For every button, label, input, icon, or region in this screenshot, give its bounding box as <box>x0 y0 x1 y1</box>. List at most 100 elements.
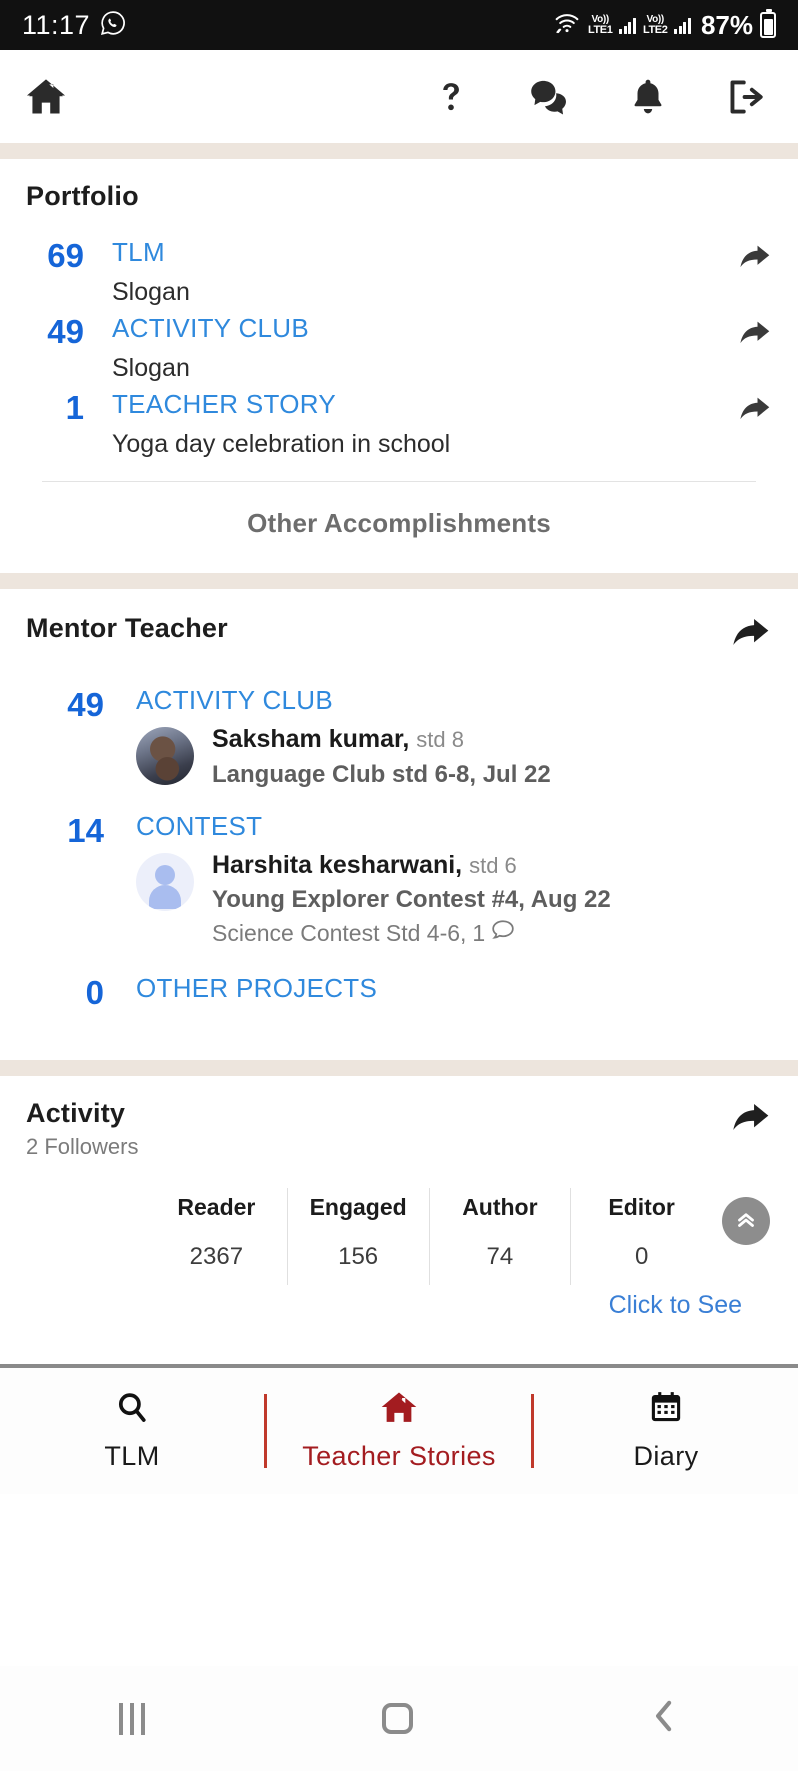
question-mark-icon[interactable] <box>434 77 468 117</box>
share-arrow-icon[interactable] <box>738 314 772 353</box>
home-icon <box>380 1390 418 1429</box>
status-bar-left: 11:17 <box>22 10 126 41</box>
portfolio-item-tlm[interactable]: 69 TLM Slogan <box>26 237 772 307</box>
portfolio-item-label[interactable]: ACTIVITY CLUB <box>112 313 738 344</box>
portfolio-item-desc: Slogan <box>112 277 190 306</box>
sim2-volte-indicator: Vo)) LTE2 <box>642 13 668 36</box>
wifi-icon <box>553 11 581 40</box>
portfolio-item-count: 69 <box>47 237 84 274</box>
scroll-to-top-button[interactable] <box>722 1197 770 1245</box>
stat-header: Engaged <box>309 1194 407 1221</box>
section-separator-band <box>0 1060 798 1077</box>
search-icon <box>115 1390 149 1429</box>
share-arrow-icon[interactable] <box>738 238 772 277</box>
portfolio-title: Portfolio <box>26 181 139 211</box>
double-chevron-up-icon <box>733 1206 759 1237</box>
stat-header: Author <box>462 1194 538 1221</box>
stat-header: Reader <box>177 1194 256 1221</box>
other-accomplishments-link[interactable]: Other Accomplishments <box>26 482 772 563</box>
portfolio-item-count: 1 <box>65 388 84 426</box>
stat-header: Editor <box>608 1194 675 1221</box>
nav-item-tlm[interactable]: TLM <box>0 1390 264 1472</box>
mentor-item-count: 49 <box>67 685 104 723</box>
portfolio-list: 69 TLM Slogan 49 ACTIVITY CLUB Slogan 1 … <box>26 237 772 459</box>
mentor-item-other-projects[interactable]: 0 OTHER PROJECTS <box>26 974 772 1012</box>
bell-icon[interactable] <box>630 76 666 118</box>
sim1-signal-icon <box>619 17 636 34</box>
home-icon[interactable] <box>24 75 68 119</box>
logout-icon[interactable] <box>726 77 768 117</box>
followers-count: 2 Followers <box>26 1134 139 1160</box>
android-system-nav <box>0 1666 798 1771</box>
nav-item-label: TLM <box>104 1441 160 1471</box>
student-meta-secondary: Science Contest Std 4-6, 1 <box>212 919 772 948</box>
mentor-item-count: 14 <box>67 811 104 849</box>
stat-value: 2367 <box>189 1243 244 1271</box>
nav-item-teacher-stories[interactable]: Teacher Stories <box>267 1390 531 1472</box>
mentor-item-contest[interactable]: 14 CONTEST Harshita kesharwani, std 6 Yo… <box>26 811 772 949</box>
stat-reader[interactable]: Reader 2367 <box>146 1188 287 1285</box>
share-arrow-icon[interactable] <box>738 390 772 429</box>
comment-bubble-icon[interactable] <box>491 919 515 948</box>
status-bar-clock: 11:17 <box>22 9 91 40</box>
activity-title: Activity <box>26 1098 126 1129</box>
portfolio-item-label[interactable]: TLM <box>112 237 738 268</box>
section-separator-band <box>0 143 798 159</box>
mentor-item-activity-club[interactable]: 49 ACTIVITY CLUB Saksham kumar, std 8 La… <box>26 686 772 790</box>
stat-value: 156 <box>338 1243 379 1271</box>
portfolio-item-count: 49 <box>47 312 84 350</box>
calendar-icon <box>649 1390 683 1429</box>
sim1-volte-indicator: Vo)) LTE1 <box>587 13 613 36</box>
back-chevron-icon[interactable] <box>650 1698 680 1739</box>
portfolio-item-activity-club[interactable]: 49 ACTIVITY CLUB Slogan <box>26 312 772 383</box>
nav-item-label: Diary <box>633 1441 699 1471</box>
mentor-item-label[interactable]: OTHER PROJECTS <box>136 974 772 1003</box>
mentor-student-row[interactable]: Saksham kumar, std 8 Language Club std 6… <box>136 724 772 789</box>
mentor-teacher-list: 49 ACTIVITY CLUB Saksham kumar, std 8 La… <box>26 686 772 1012</box>
share-arrow-icon[interactable] <box>730 1098 772 1141</box>
comment-count: 1 <box>472 920 486 947</box>
sim2-signal-icon <box>674 17 691 34</box>
status-bar: 11:17 Vo)) LTE1 Vo)) LTE2 87% <box>0 0 798 50</box>
mentor-teacher-title: Mentor Teacher <box>26 612 228 643</box>
mentor-item-count: 0 <box>85 974 104 1012</box>
mentor-student-row[interactable]: Harshita kesharwani, std 6 Young Explore… <box>136 850 772 948</box>
portfolio-item-label[interactable]: TEACHER STORY <box>112 389 738 420</box>
student-name: Harshita kesharwani, std 6 <box>212 850 772 881</box>
student-name-text: Saksham kumar, <box>212 725 410 754</box>
section-separator-band <box>0 572 798 589</box>
chat-bubble-icon[interactable] <box>528 77 570 117</box>
battery-icon <box>760 9 776 38</box>
stat-value: 0 <box>634 1243 649 1271</box>
avatar <box>136 727 194 786</box>
stat-engaged[interactable]: Engaged 156 <box>286 1188 429 1286</box>
student-meta: Language Club std 6-8, Jul 22 <box>212 760 551 788</box>
recents-bars-icon[interactable] <box>118 1702 145 1735</box>
stat-value: 74 <box>486 1243 514 1271</box>
nav-item-label: Teacher Stories <box>302 1441 496 1471</box>
student-name-text: Harshita kesharwani, <box>212 851 463 880</box>
avatar <box>136 853 194 912</box>
mentor-item-label[interactable]: ACTIVITY CLUB <box>136 686 772 715</box>
whatsapp-icon <box>100 10 126 41</box>
student-contest-category: Science Contest Std 4-6, <box>212 920 467 947</box>
nav-item-diary[interactable]: Diary <box>534 1390 798 1472</box>
battery-percent-label: 87% <box>700 9 753 40</box>
student-name: Saksham kumar, std 8 <box>212 724 772 755</box>
home-square-icon[interactable] <box>381 1703 413 1734</box>
app-header <box>0 50 798 143</box>
activity-section: Activity 2 Followers Reader 2367 Engaged… <box>0 1076 798 1331</box>
portfolio-item-desc: Yoga day celebration in school <box>112 429 451 458</box>
click-to-see-link[interactable]: Click to See <box>26 1291 772 1320</box>
mentor-teacher-section: Mentor Teacher 49 ACTIVITY CLUB Saksham … <box>0 588 798 1061</box>
share-arrow-icon[interactable] <box>730 613 772 656</box>
mentor-item-label[interactable]: CONTEST <box>136 811 772 841</box>
portfolio-section: Portfolio 69 TLM Slogan 49 ACTIVITY CLUB… <box>0 159 798 573</box>
student-standard: std 6 <box>469 853 517 879</box>
activity-stats-table: Reader 2367 Engaged 156 Author 74 Editor… <box>146 1188 712 1286</box>
status-bar-right: Vo)) LTE1 Vo)) LTE2 87% <box>553 9 776 41</box>
student-standard: std 8 <box>416 727 464 753</box>
stat-author[interactable]: Author 74 <box>428 1188 571 1286</box>
stat-editor[interactable]: Editor 0 <box>570 1188 712 1286</box>
portfolio-item-teacher-story[interactable]: 1 TEACHER STORY Yoga day celebration in … <box>26 388 772 459</box>
